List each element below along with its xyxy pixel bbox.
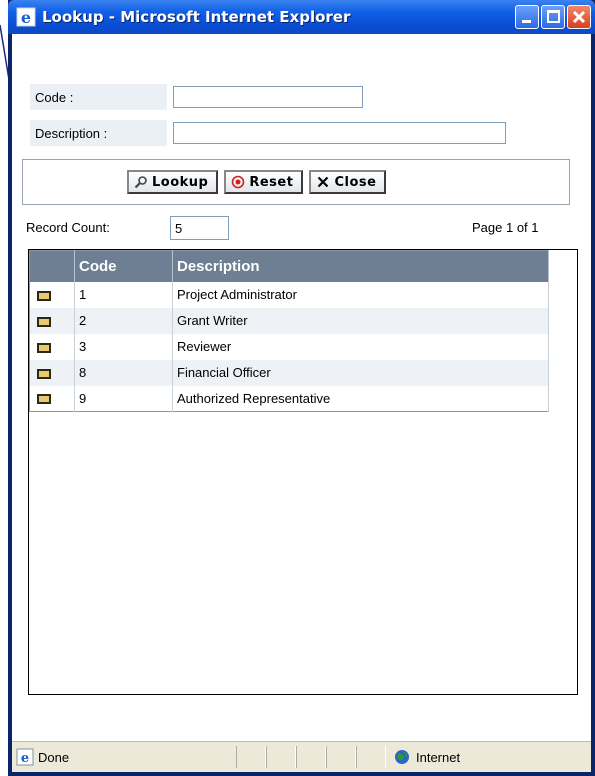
- lookup-button[interactable]: Lookup: [127, 170, 219, 194]
- description-input[interactable]: [173, 122, 506, 144]
- x-icon: [318, 176, 329, 188]
- lookup-window: e Lookup - Microsoft Internet Explorer C…: [8, 0, 595, 776]
- ie-page-icon: e: [16, 748, 34, 766]
- select-row-icon[interactable]: [37, 316, 51, 327]
- table-row[interactable]: 9 Authorized Representative: [29, 385, 549, 412]
- minimize-icon: [522, 20, 531, 23]
- table-row[interactable]: 2 Grant Writer: [29, 307, 549, 334]
- reset-label: Reset: [249, 174, 294, 190]
- row-description: Authorized Representative: [172, 385, 549, 412]
- select-row-icon[interactable]: [37, 290, 51, 301]
- row-code: 2: [74, 307, 173, 334]
- maximize-icon: [547, 10, 560, 23]
- row-description: Project Administrator: [172, 281, 549, 308]
- code-label: Code :: [30, 84, 167, 110]
- row-description: Reviewer: [172, 333, 549, 360]
- code-input[interactable]: [173, 86, 363, 108]
- record-count-field[interactable]: [170, 216, 229, 240]
- row-code: 9: [74, 385, 173, 412]
- code-row: Code :: [30, 84, 363, 110]
- maximize-button[interactable]: [541, 5, 565, 29]
- lookup-label: Lookup: [152, 174, 209, 190]
- table-row[interactable]: 8 Financial Officer: [29, 359, 549, 386]
- description-label: Description :: [30, 120, 167, 146]
- magnifier-icon: [134, 176, 147, 189]
- close-label: Close: [334, 174, 377, 190]
- table-row[interactable]: 3 Reviewer: [29, 333, 549, 360]
- row-description: Grant Writer: [172, 307, 549, 334]
- reset-button[interactable]: Reset: [224, 170, 304, 194]
- close-window-button[interactable]: [567, 5, 591, 29]
- status-bar: e Done Internet: [12, 741, 591, 772]
- status-text: Done: [38, 749, 70, 765]
- svg-text:e: e: [21, 8, 31, 27]
- close-button[interactable]: Close: [309, 170, 387, 194]
- ie-icon: e: [16, 7, 36, 27]
- minimize-button[interactable]: [515, 5, 539, 29]
- row-code: 8: [74, 359, 173, 386]
- row-description: Financial Officer: [172, 359, 549, 386]
- table-row[interactable]: 1 Project Administrator: [29, 281, 549, 308]
- record-count-label: Record Count:: [26, 220, 110, 235]
- status-cell: [266, 746, 296, 768]
- status-cell: [326, 746, 356, 768]
- reset-icon: [232, 175, 245, 189]
- row-code: 1: [74, 281, 173, 308]
- row-code: 3: [74, 333, 173, 360]
- button-panel: Lookup Reset Close: [22, 159, 570, 205]
- zone-text: Internet: [416, 749, 461, 765]
- code-column-header[interactable]: Code: [74, 250, 173, 282]
- results-table: Code Description 1 Project Administrator…: [29, 250, 549, 412]
- status-cell: [296, 746, 326, 768]
- status-cell: [356, 746, 386, 768]
- globe-icon: [395, 750, 409, 764]
- description-row: Description :: [30, 120, 506, 146]
- status-cell: [236, 746, 266, 768]
- select-row-icon[interactable]: [37, 394, 51, 405]
- page-info: Page 1 of 1: [472, 220, 539, 235]
- select-row-icon[interactable]: [37, 368, 51, 379]
- title-bar[interactable]: e Lookup - Microsoft Internet Explorer: [8, 0, 595, 34]
- page-content: Code : Description : Lookup Reset Close …: [12, 34, 591, 741]
- select-column-header: [29, 250, 75, 282]
- close-icon: [572, 10, 586, 24]
- results-frame[interactable]: Code Description 1 Project Administrator…: [28, 249, 578, 695]
- description-column-header[interactable]: Description: [172, 250, 549, 282]
- select-row-icon[interactable]: [37, 342, 51, 353]
- table-header-row: Code Description: [29, 250, 549, 282]
- window-title: Lookup - Microsoft Internet Explorer: [42, 8, 351, 26]
- svg-text:e: e: [21, 751, 29, 766]
